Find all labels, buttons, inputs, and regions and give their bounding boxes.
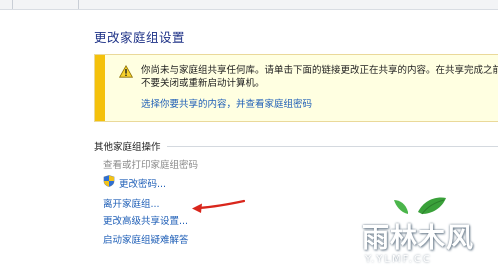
window-top-bar [0,0,498,10]
change-password-link[interactable]: 更改密码... [119,176,166,190]
warning-message-line2: 不要关闭或重新启动计算机。 [141,78,265,89]
annotation-arrow-icon [192,199,245,213]
choose-share-content-link[interactable]: 选择你要共享的内容，并查看家庭组密码 [141,96,312,110]
view-print-password-link[interactable]: 查看或打印家庭组密码 [103,157,198,171]
address-bar-edge [78,0,79,9]
warning-banner: 你尚未与家庭组共享任何库。请单击下面的链接更改正在共享的内容。在共享完成之前 不… [94,54,498,122]
page-title: 更改家庭组设置 [94,30,186,45]
leave-homegroup-link[interactable]: 离开家庭组... [103,196,160,210]
homegroup-troubleshooter-link[interactable]: 启动家庭组疑难解答 [103,232,189,246]
advanced-sharing-settings-link[interactable]: 更改高级共享设置... [103,213,188,227]
watermark-title: 雨林木风 [362,223,474,254]
warning-triangle-icon [119,65,133,78]
uac-shield-icon [103,175,115,187]
warning-stripe [95,55,105,121]
warning-message: 你尚未与家庭组共享任何库。请单击下面的链接更改正在共享的内容。在共享完成之前 不… [141,64,498,90]
nav-back-area[interactable] [2,0,13,9]
other-actions-header: 其他家庭组操作 [94,139,167,153]
other-actions-header-label: 其他家庭组操作 [94,142,167,153]
warning-message-line1: 你尚未与家庭组共享任何库。请单击下面的链接更改正在共享的内容。在共享完成之前 [141,65,498,76]
watermark-url: Y.YLMF.CC [365,254,432,265]
